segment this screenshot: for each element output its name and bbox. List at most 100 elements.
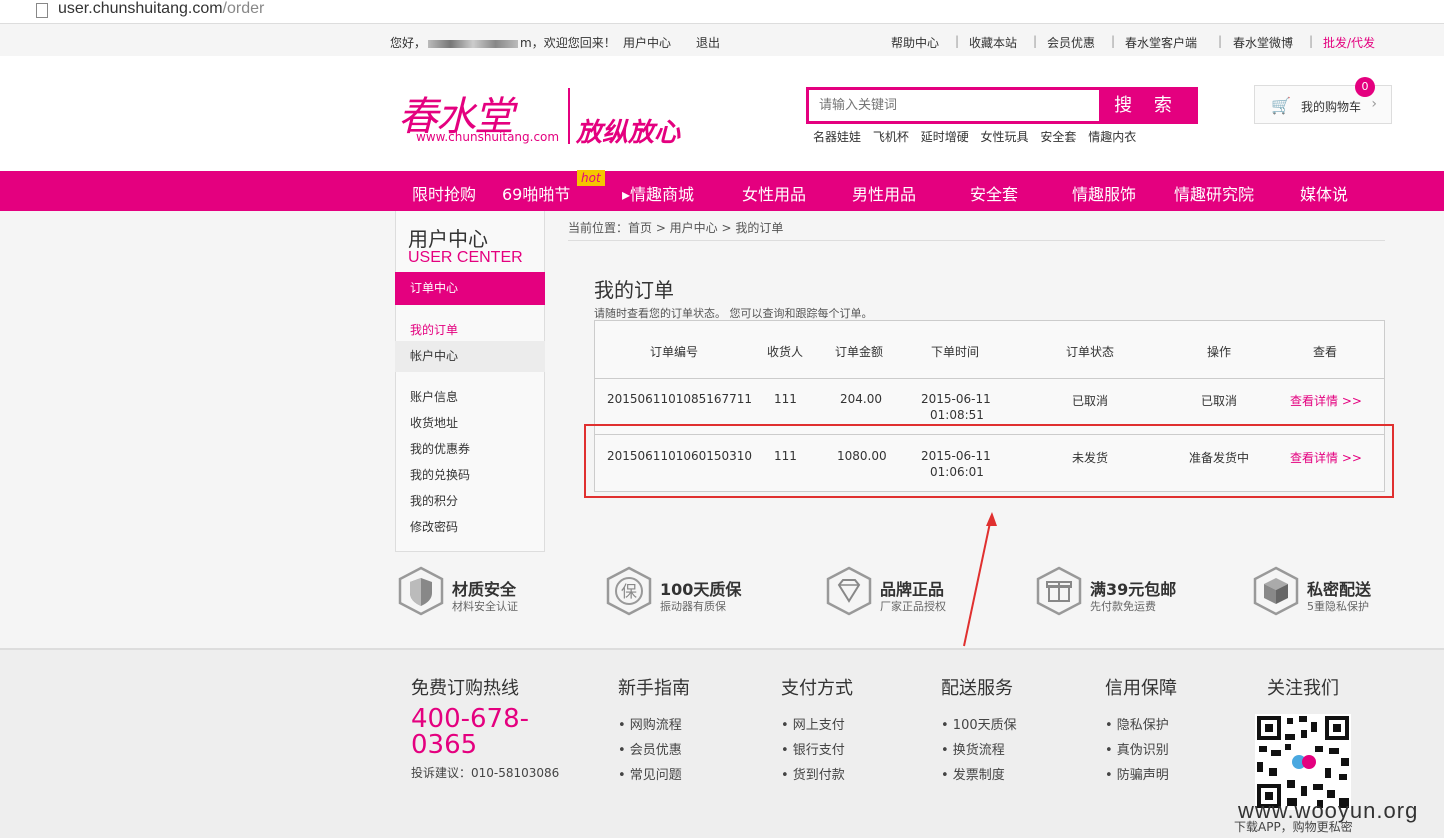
column-header: 下单时间 — [931, 345, 980, 359]
footer-link[interactable]: • 防骗声明 — [1105, 764, 1177, 783]
hot-word[interactable]: 飞机杯 — [873, 130, 909, 144]
sidebar-item-coupons[interactable]: 我的优惠券 — [410, 440, 470, 457]
hot-words: 名器娃娃 飞机杯 延时增硬 女性玩具 安全套 情趣内衣 — [813, 128, 1144, 145]
column-header: 查看 — [1313, 345, 1338, 359]
gift-icon — [1036, 566, 1082, 616]
hot-word[interactable]: 安全套 — [1040, 130, 1076, 144]
sidebar-account-center[interactable]: 帐户中心 — [395, 341, 545, 372]
nav-flash-sale[interactable]: 限时抢购 — [412, 181, 476, 205]
footer-link[interactable]: • 常见问题 — [618, 764, 690, 783]
sidebar-item-change-password[interactable]: 修改密码 — [410, 518, 458, 535]
footer-link[interactable]: • 隐私保护 — [1105, 714, 1177, 733]
separator: | — [1218, 34, 1223, 48]
order-id: 2015061101085167711 — [607, 392, 753, 406]
footer-link[interactable]: • 发票制度 — [941, 764, 1017, 783]
hot-word[interactable]: 情趣内衣 — [1088, 130, 1136, 144]
site-header: 春水堂 www.chunshuitang.com 放纵放心 搜 索 名器娃娃 飞… — [0, 56, 1444, 171]
sidebar-title: 用户中心 — [408, 227, 488, 251]
sidebar-item-my-orders[interactable]: 我的订单 — [410, 321, 458, 338]
hot-badge: hot — [577, 170, 605, 186]
column-header: 收货人 — [767, 345, 804, 359]
hot-word[interactable]: 延时增硬 — [921, 130, 969, 144]
footer-link[interactable]: • 换货流程 — [941, 739, 1017, 758]
bookmark-link[interactable]: 收藏本站 — [969, 34, 1017, 51]
nav-condoms[interactable]: 安全套 — [970, 181, 1018, 205]
footer-follow: 关注我们 — [1267, 674, 1339, 700]
divider — [568, 240, 1385, 241]
nav-mall[interactable]: ▸情趣商城 — [622, 181, 694, 205]
logout-link[interactable]: 退出 — [696, 34, 720, 51]
footer-heading: 关注我们 — [1267, 678, 1339, 699]
hot-word[interactable]: 名器娃娃 — [813, 130, 861, 144]
help-center-link[interactable]: 帮助中心 — [891, 34, 939, 51]
footer-column-delivery: 配送服务 • 100天质保 • 换货流程 • 发票制度 — [941, 674, 1017, 783]
sidebar-item-redeem-codes[interactable]: 我的兑换码 — [410, 466, 470, 483]
order-action: 已取消 — [1201, 394, 1238, 408]
cart-button[interactable]: 🛒 我的购物车 › 0 — [1254, 77, 1392, 124]
greeting: 您好， m，欢迎您回来！ — [390, 36, 616, 50]
order-receiver: 111 — [774, 392, 797, 406]
order-date: 2015-06-11 — [921, 392, 991, 406]
diamond-icon — [826, 566, 872, 616]
nav-male[interactable]: 男性用品 — [852, 181, 916, 205]
footer-link[interactable]: • 100天质保 — [941, 714, 1017, 733]
member-discount-link[interactable]: 会员优惠 — [1047, 34, 1095, 51]
view-details-link[interactable]: 查看详情 >> — [1290, 392, 1362, 409]
cart-label: 我的购物车 — [1301, 100, 1362, 114]
footer-link[interactable]: • 银行支付 — [781, 739, 853, 758]
separator: | — [1033, 34, 1038, 48]
sidebar-item-points[interactable]: 我的积分 — [410, 492, 458, 509]
address-url[interactable]: user.chunshuitang.com/order — [58, 0, 264, 18]
user-center-link[interactable]: 用户中心 — [623, 34, 671, 51]
guarantee-glyph: 保 — [621, 582, 637, 601]
sidebar-item-account-info[interactable]: 账户信息 — [410, 388, 458, 405]
weibo-link[interactable]: 春水堂微博 — [1233, 34, 1293, 51]
breadcrumb: 当前位置：首页 > 用户中心 > 我的订单 — [568, 221, 784, 235]
column-header: 订单编号 — [650, 345, 699, 359]
search-input[interactable] — [809, 90, 1101, 121]
nav-69-festival[interactable]: 69啪啪节 — [502, 181, 570, 205]
separator: | — [955, 34, 960, 48]
feature-title: 满39元包邮 — [1090, 580, 1177, 599]
feature-desc: 先付款免运费 — [1090, 600, 1156, 613]
feature-title: 材质安全 — [452, 580, 517, 599]
hot-word[interactable]: 女性玩具 — [981, 130, 1029, 144]
nav-research[interactable]: 情趣研究院 — [1174, 181, 1254, 205]
sidebar-item-address[interactable]: 收货地址 — [410, 414, 458, 431]
footer-link[interactable]: • 网上支付 — [781, 714, 853, 733]
search-button[interactable]: 搜 索 — [1099, 90, 1195, 121]
site-footer: 免费订购热线 400-678- 0365 投诉建议：010-58103086 新… — [0, 648, 1444, 838]
client-app-link[interactable]: 春水堂客户端 — [1125, 34, 1197, 51]
nav-media[interactable]: 媒体说 — [1300, 181, 1348, 205]
feature-title: 私密配送 — [1307, 580, 1372, 599]
order-status: 已取消 — [1072, 394, 1109, 408]
feature-desc: 材料安全认证 — [452, 600, 518, 613]
blurred-username — [428, 39, 519, 48]
hotline-number-line: 400-678- — [411, 704, 530, 734]
user-sidebar: 用户中心 USER CENTER 订单中心 我的订单 帐户中心 账户信息 收货地… — [395, 211, 545, 552]
footer-heading: 配送服务 — [941, 678, 1013, 699]
footer-link[interactable]: • 网购流程 — [618, 714, 690, 733]
feature-desc: 振动器有质保 — [660, 600, 726, 613]
footer-link[interactable]: • 真伪识别 — [1105, 739, 1177, 758]
column-header: 订单金额 — [835, 345, 884, 359]
feature-desc: 5重隐私保护 — [1307, 600, 1369, 613]
sidebar-subtitle: USER CENTER — [408, 249, 523, 266]
search-box: 搜 索 — [806, 87, 1198, 124]
sidebar-order-center[interactable]: 订单中心 — [395, 272, 545, 305]
wholesale-link[interactable]: 批发/代发 — [1323, 34, 1375, 51]
browser-address-bar[interactable]: user.chunshuitang.com/order — [0, 0, 1444, 24]
nav-clothing[interactable]: 情趣服饰 — [1072, 181, 1136, 205]
main-nav: 限时抢购 69啪啪节 hot ▸情趣商城 女性用品 男性用品 安全套 情趣服饰 … — [0, 170, 1444, 211]
qr-code — [1255, 714, 1351, 810]
footer-link[interactable]: • 货到付款 — [781, 764, 853, 783]
footer-link[interactable]: • 会员优惠 — [618, 739, 690, 758]
logo-divider — [568, 88, 570, 144]
nav-female[interactable]: 女性用品 — [742, 181, 806, 205]
column-header: 操作 — [1207, 345, 1232, 359]
qr-caption: 下载APP，购物更私密 — [1234, 820, 1353, 834]
page-icon — [36, 3, 48, 18]
annotation-arrow — [963, 512, 997, 647]
feature-desc: 厂家正品授权 — [880, 600, 946, 613]
footer-heading: 支付方式 — [781, 678, 853, 699]
